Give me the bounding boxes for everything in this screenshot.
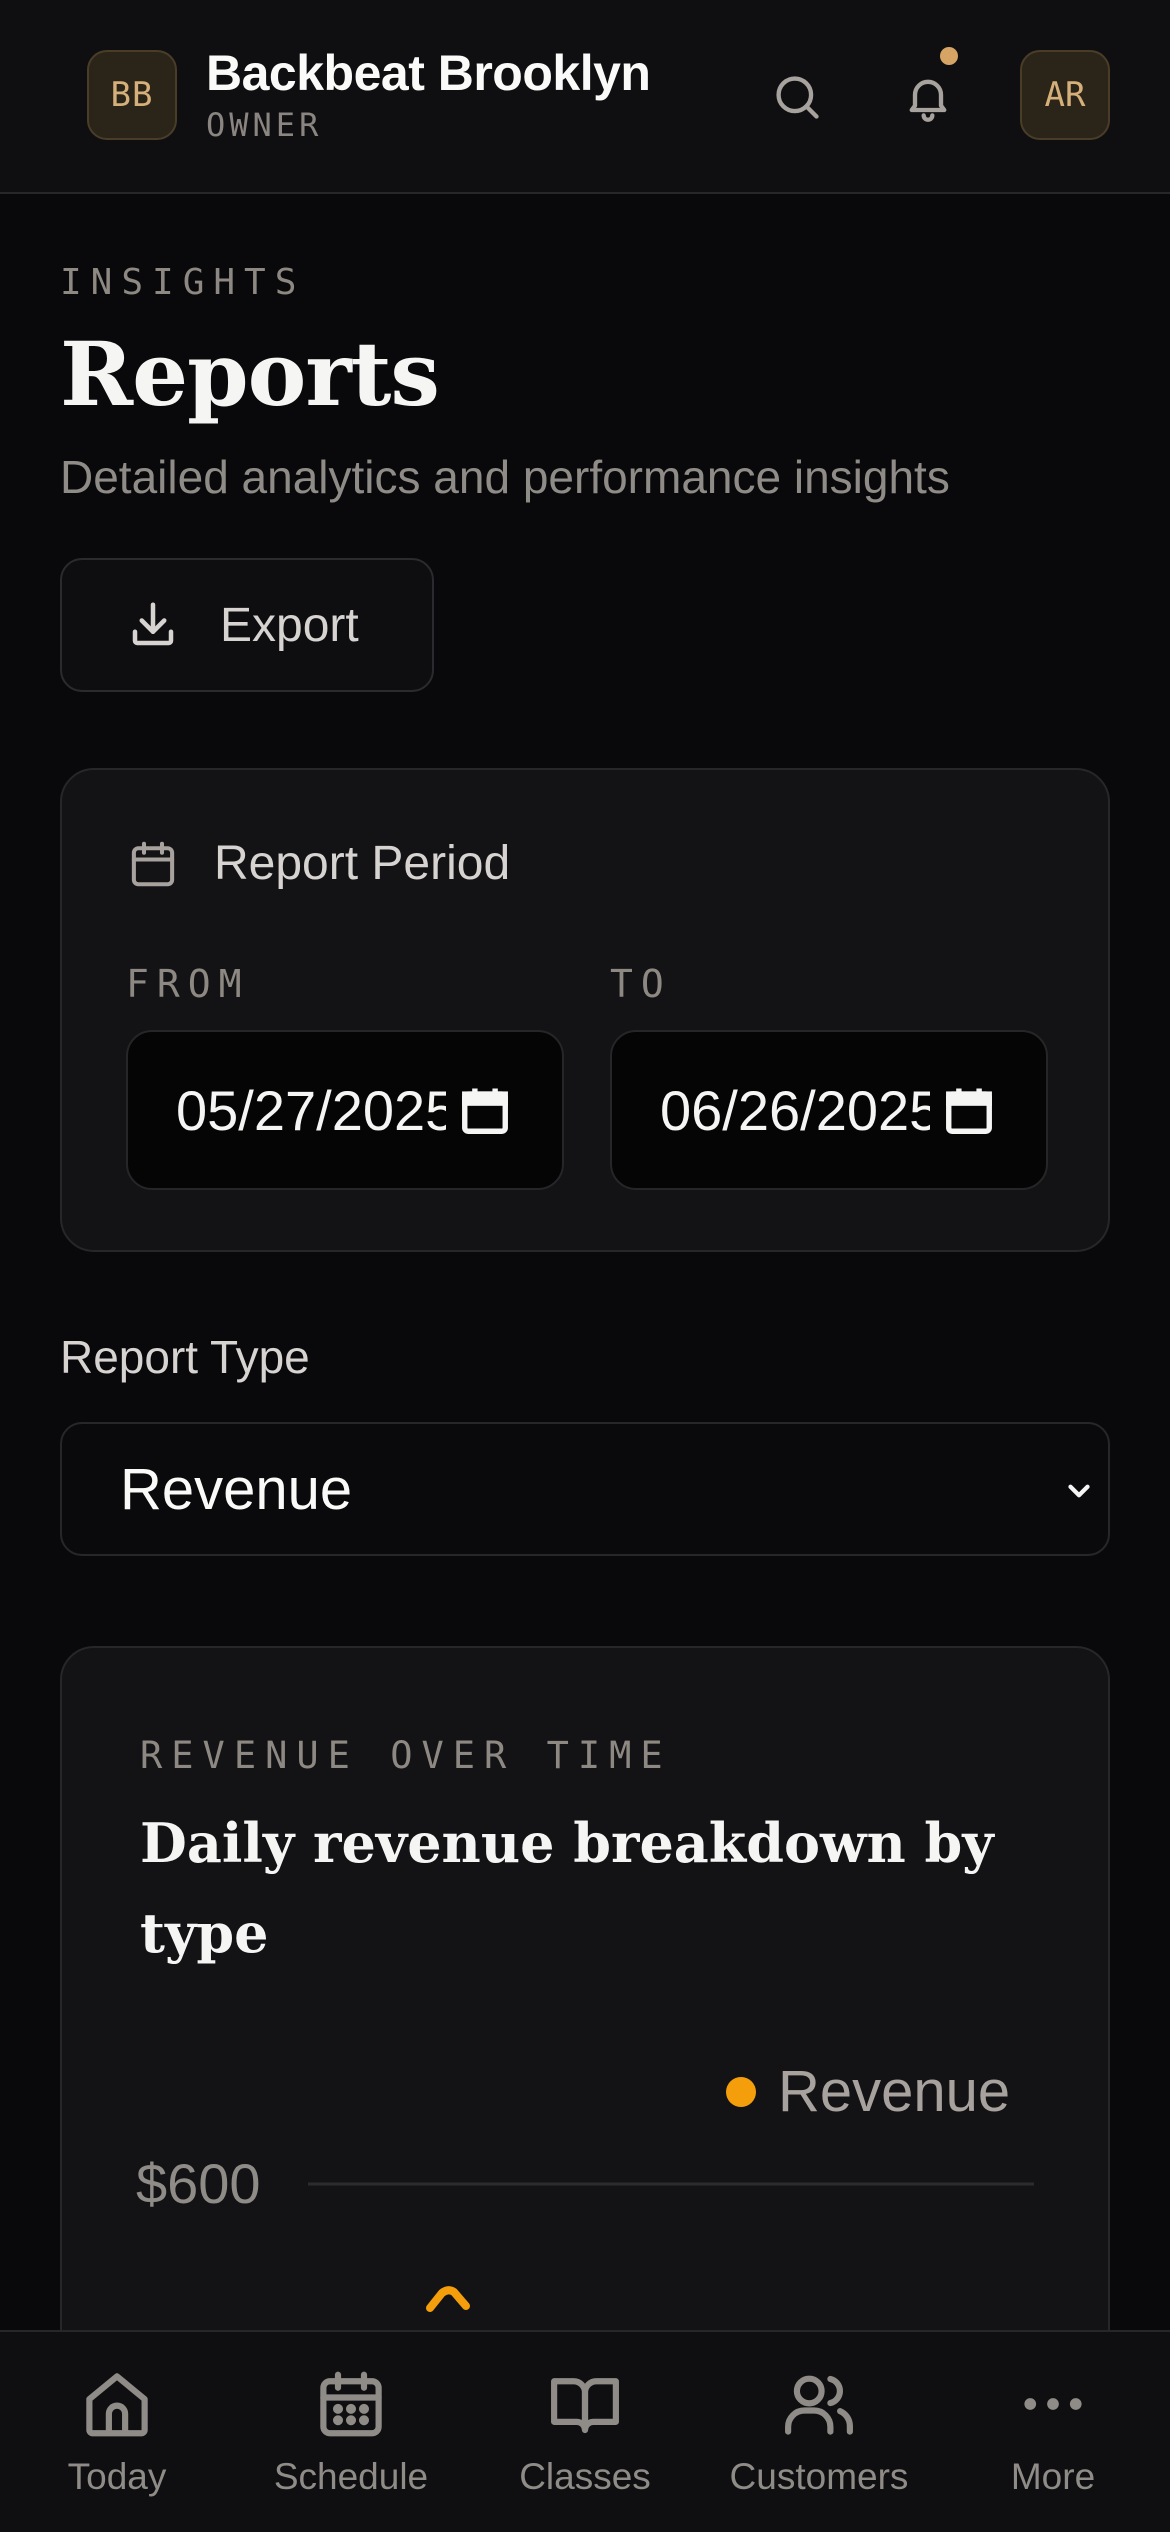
- chart-legend: Revenue: [726, 2058, 1010, 2125]
- bottom-nav: Today Schedule Classes Customers More: [0, 2330, 1170, 2532]
- report-type-value: Revenue: [120, 1456, 353, 1522]
- date-picker-icon[interactable]: [942, 1084, 996, 1138]
- home-icon: [86, 2373, 148, 2437]
- nav-label: Classes: [519, 2456, 651, 2497]
- user-avatar[interactable]: AR: [1020, 50, 1110, 140]
- nav-label: Schedule: [273, 2456, 429, 2497]
- calendar-icon: [131, 841, 175, 886]
- legend-swatch: [726, 2076, 756, 2107]
- nav-label: More: [1010, 2456, 1096, 2497]
- bell-icon: [909, 79, 947, 122]
- nav-label: Customers: [729, 2456, 909, 2497]
- to-date-input[interactable]: 06/26/2025: [610, 1030, 1048, 1190]
- revenue-series-line: [426, 2286, 470, 2312]
- to-date-value: 06/26/2025: [660, 1078, 930, 1142]
- report-type-select[interactable]: Revenue: [60, 1422, 1110, 1556]
- notifications-button[interactable]: [893, 62, 963, 132]
- export-label: Export: [220, 598, 359, 652]
- reports-page: BB Backbeat Brooklyn OWNER AR INSIGHTS R…: [0, 0, 1170, 2532]
- chart-eyebrow: REVENUE OVER TIME: [140, 1734, 672, 1777]
- date-picker-icon[interactable]: [458, 1084, 512, 1138]
- export-button[interactable]: Export: [60, 558, 434, 692]
- org-name: Backbeat Brooklyn: [206, 45, 651, 101]
- nav-item-classes[interactable]: Classes: [475, 2362, 695, 2512]
- notification-badge: [940, 47, 958, 65]
- report-type-label: Report Type: [60, 1331, 310, 1383]
- org-avatar[interactable]: BB: [87, 50, 177, 140]
- nav-label: Today: [67, 2456, 167, 2497]
- report-period-card: Report Period FROM 05/27/2025 TO 06/26/2…: [60, 768, 1110, 1252]
- from-label: FROM: [126, 962, 250, 1006]
- nav-item-today[interactable]: Today: [7, 2362, 227, 2512]
- legend-label: Revenue: [778, 2059, 1011, 2124]
- report-period-header: Report Period: [126, 836, 510, 891]
- org-role: OWNER: [206, 106, 323, 144]
- from-date-value: 05/27/2025: [176, 1078, 446, 1142]
- search-icon: [776, 76, 819, 119]
- from-date-input[interactable]: 05/27/2025: [126, 1030, 564, 1190]
- report-period-title: Report Period: [214, 837, 511, 890]
- top-header: BB Backbeat Brooklyn OWNER AR: [0, 0, 1170, 194]
- nav-item-customers[interactable]: Customers: [709, 2362, 929, 2512]
- book-icon: [551, 2378, 619, 2434]
- y-tick-label: $600: [136, 2152, 261, 2215]
- page-title: Reports: [60, 322, 440, 426]
- more-icon: [1024, 2398, 1082, 2410]
- nav-item-more[interactable]: More: [943, 2362, 1163, 2512]
- calendar-icon: [320, 2371, 382, 2437]
- to-label: TO: [610, 962, 672, 1006]
- chevron-down-icon: [1068, 1484, 1090, 1498]
- users-icon: [785, 2375, 853, 2435]
- chart-title: Daily revenue breakdown by type: [140, 1811, 994, 1965]
- page-subtitle: Detailed analytics and performance insig…: [60, 451, 950, 503]
- page-eyebrow: INSIGHTS: [60, 262, 306, 303]
- download-icon: [132, 602, 174, 646]
- search-button[interactable]: [762, 62, 832, 132]
- nav-item-schedule[interactable]: Schedule: [241, 2362, 461, 2512]
